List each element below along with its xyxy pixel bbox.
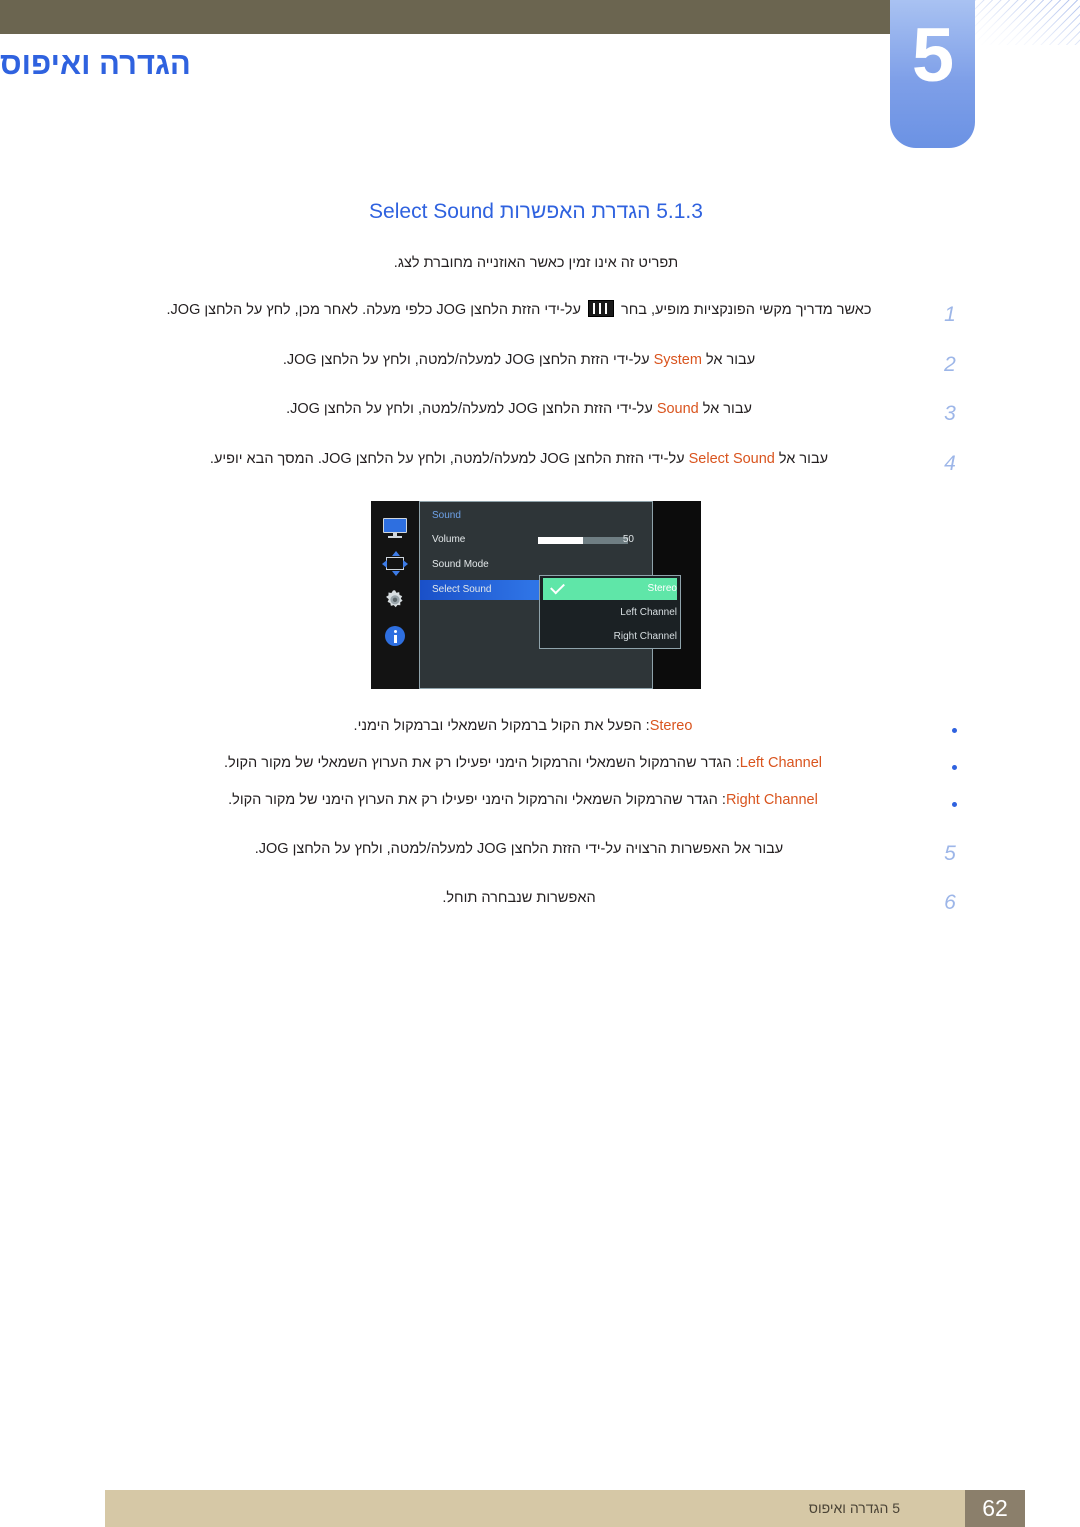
- page-content: 5.1.3 הגדרת האפשרות Select Sound תפריט ז…: [105, 200, 967, 937]
- bullet-text: Right Channel: הגדר שהרמקול השמאלי והרמק…: [105, 789, 941, 811]
- bullet-left-channel: Left Channel: הגדר שהרמקול השמאלי והרמקו…: [105, 752, 967, 775]
- osd-screenshot: Sound Volume 50 Sound Mode Select Sound: [371, 500, 701, 689]
- chapter-tab: 5: [890, 0, 975, 148]
- bullet-dot-icon: [941, 715, 967, 738]
- osd-row-volume[interactable]: Volume 50: [420, 530, 654, 550]
- osd-submenu-select-sound: Stereo Left Channel Right Channel: [539, 574, 681, 649]
- step-3-text-start: עבור אל: [698, 401, 752, 418]
- step-1-text-before: כאשר מדריך מקשי הפונקציות מופיע, בחר: [616, 302, 872, 319]
- step-4-text-start: עבור אל: [774, 450, 829, 467]
- picture-position-icon[interactable]: [382, 550, 408, 577]
- step-3-highlight-sound: Sound: [656, 401, 699, 418]
- step-1: 1 כאשר מדריך מקשי הפונקציות מופיע, בחר ע…: [105, 299, 967, 330]
- step-number: 6: [944, 891, 956, 915]
- section-heading: 5.1.3 הגדרת האפשרות Select Sound: [369, 200, 703, 223]
- step-2: 2 עבור אל System על-ידי הזזת הלחצן JOG ל…: [105, 349, 967, 380]
- step-5: 5 עבור אל האפשרות הרצויה על-ידי הזזת הלח…: [105, 838, 967, 869]
- gear-icon[interactable]: [382, 587, 408, 613]
- bullet-dot-icon: [941, 789, 967, 812]
- chapter-title-text: הגדרה ואיפוס: [0, 46, 191, 81]
- volume-slider[interactable]: [538, 536, 628, 544]
- osd-volume-label: Volume: [432, 533, 466, 545]
- step-text: עבור אל האפשרות הרצויה על-ידי הזזת הלחצן…: [254, 840, 784, 857]
- osd-sound-mode-label: Sound Mode: [432, 558, 489, 570]
- intro-note: תפריט זה אינו זמין כאשר האוזנייה מחוברת …: [393, 255, 679, 271]
- chapter-number: 5: [911, 13, 954, 98]
- step-4-highlight-select-sound: Select Sound: [688, 450, 775, 467]
- step-text: כאשר מדריך מקשי הפונקציות מופיע, בחר על-…: [105, 299, 933, 321]
- step-6: 6 האפשרות שנבחרה תוחל.: [105, 887, 967, 918]
- function-key-guide-icon: [587, 300, 614, 318]
- page-number: 62: [965, 1490, 1025, 1527]
- step-2-text-start: עבור אל: [701, 351, 756, 368]
- bullet-term-left-channel: Left Channel: [739, 754, 822, 771]
- step-number: 1: [944, 303, 956, 327]
- bullet-dot-icon: [941, 752, 967, 775]
- bullet-text: Stereo: הפעל את הקול ברמקול השמאלי וברמק…: [105, 715, 941, 737]
- step-4: 4 עבור אל Select Sound על-ידי הזזת הלחצן…: [105, 448, 967, 479]
- osd-menu-title: Sound: [432, 509, 461, 521]
- step-number: 3: [944, 402, 956, 426]
- step-3-text-end: על-ידי הזזת הלחצן JOG למעלה/למטה, ולחץ ע…: [286, 401, 657, 418]
- chapter-title: הגדרה ואיפוס: [0, 46, 878, 82]
- step-number: 5: [944, 841, 956, 865]
- osd-row-sound-mode[interactable]: Sound Mode: [420, 555, 654, 575]
- step-2-text-end: על-ידי הזזת הלחצן JOG למעלה/למטה, ולחץ ע…: [282, 351, 654, 368]
- monitor-icon[interactable]: [382, 515, 408, 541]
- numbered-steps-list-continued: 5 עבור אל האפשרות הרצויה על-ידי הזזת הלח…: [105, 838, 967, 919]
- submenu-item-left-channel[interactable]: Left Channel: [543, 602, 677, 624]
- bullet-desc-stereo: : הפעל את הקול ברמקול השמאלי וברמקול הימ…: [353, 717, 650, 734]
- bullet-desc-left-channel: : הגדר שהרמקול השמאלי והרמקול הימני יפעי…: [224, 754, 740, 771]
- page-footer: 5 הגדרה ואיפוס 62: [105, 1490, 1025, 1527]
- info-icon[interactable]: [382, 623, 408, 649]
- bullet-text: Left Channel: הגדר שהרמקול השמאלי והרמקו…: [105, 752, 941, 774]
- submenu-item-right-channel[interactable]: Right Channel: [543, 626, 677, 648]
- osd-screenshot-wrapper: Sound Volume 50 Sound Mode Select Sound: [105, 500, 967, 689]
- option-descriptions-list: Stereo: הפעל את הקול ברמקול השמאלי וברמק…: [105, 715, 967, 812]
- step-2-highlight-system: System: [653, 351, 702, 368]
- volume-slider-fill: [538, 536, 583, 544]
- submenu-item-stereo[interactable]: Stereo: [543, 577, 677, 600]
- bullet-term-right-channel: Right Channel: [725, 791, 818, 808]
- submenu-item-label: Left Channel: [620, 606, 677, 618]
- bullet-right-channel: Right Channel: הגדר שהרמקול השמאלי והרמק…: [105, 789, 967, 812]
- numbered-steps-list: 1 כאשר מדריך מקשי הפונקציות מופיע, בחר ע…: [105, 299, 967, 479]
- step-text: האפשרות שנבחרה תוחל.: [442, 890, 596, 907]
- osd-sidebar: [371, 500, 419, 689]
- volume-value: 50: [622, 533, 634, 545]
- bullet-term-stereo: Stereo: [649, 717, 693, 734]
- step-4-text-end: על-ידי הזזת הלחצן JOG למעלה/למטה, ולחץ ע…: [209, 450, 689, 467]
- step-number: 2: [944, 352, 956, 376]
- step-text: עבור אל Sound על-ידי הזזת הלחצן JOG למעל…: [105, 398, 933, 420]
- submenu-item-label: Stereo: [647, 582, 677, 594]
- bullet-stereo: Stereo: הפעל את הקול ברמקול השמאלי וברמק…: [105, 715, 967, 738]
- step-number: 4: [944, 451, 956, 475]
- submenu-item-label: Right Channel: [613, 630, 677, 642]
- header-olive-bar: [0, 0, 890, 34]
- page-header: 5 הגדרה ואיפוס: [0, 0, 1080, 160]
- footer-chapter-label: 5 הגדרה ואיפוס: [808, 1500, 900, 1516]
- check-icon: [550, 579, 565, 595]
- step-text: עבור אל System על-ידי הזזת הלחצן JOG למע…: [105, 349, 933, 371]
- bullet-desc-right-channel: : הגדר שהרמקול השמאלי והרמקול הימני יפעי…: [228, 791, 726, 808]
- step-1-text-after: על-ידי הזזת הלחצן JOG כלפי מעלה. לאחר מכ…: [166, 302, 585, 319]
- osd-select-sound-label: Select Sound: [432, 583, 492, 595]
- step-text: עבור אל Select Sound על-ידי הזזת הלחצן J…: [105, 448, 933, 470]
- step-3: 3 עבור אל Sound על-ידי הזזת הלחצן JOG למ…: [105, 398, 967, 429]
- header-hatch-pattern: [975, 0, 1080, 45]
